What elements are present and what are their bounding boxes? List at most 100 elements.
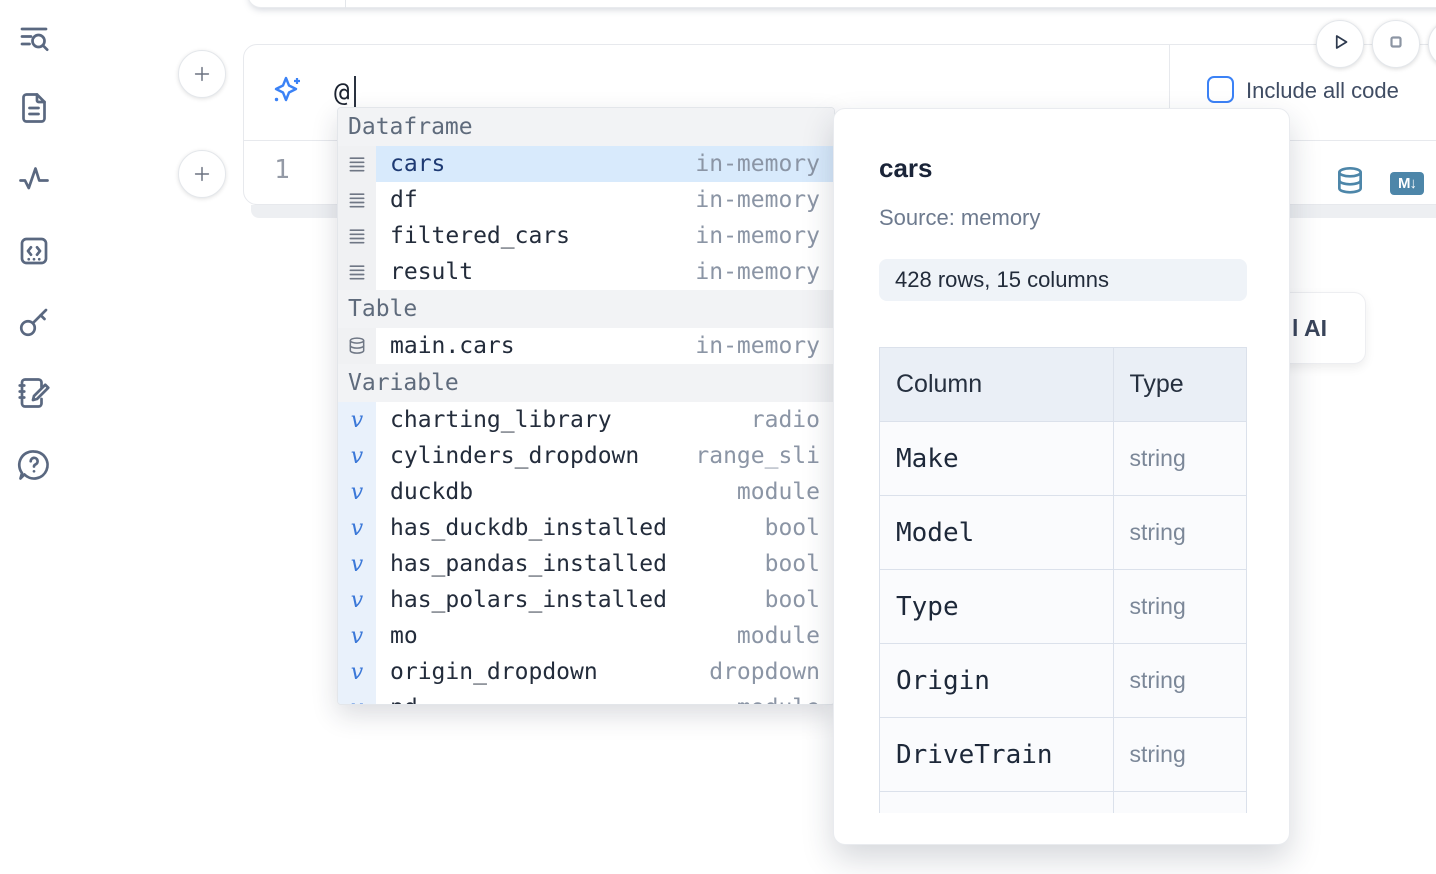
variable-icon: v	[338, 438, 376, 474]
autocomplete-item[interactable]: vhas_pandas_installed bool	[338, 546, 834, 582]
autocomplete-item-type: in-memory	[695, 187, 834, 213]
schema-table-wrap: Column Type MakestringModelstringTypestr…	[879, 347, 1248, 813]
autocomplete-item[interactable]: result in-memory	[338, 254, 834, 290]
autocomplete-item-type: in-memory	[695, 151, 834, 177]
schema-header-type: Type	[1113, 348, 1247, 422]
list-search-icon[interactable]	[16, 20, 56, 60]
autocomplete-item-type: module	[737, 695, 834, 705]
variable-icon: v	[338, 654, 376, 690]
autocomplete-item-name: cars	[376, 151, 445, 177]
schema-column-type: string	[1113, 718, 1247, 792]
variable-icon: v	[351, 408, 363, 433]
autocomplete-item-type: bool	[765, 551, 834, 577]
variable-icon: v	[338, 546, 376, 582]
autocomplete-item[interactable]: main.cars in-memory	[338, 328, 834, 364]
autocomplete-item-type: in-memory	[695, 259, 834, 285]
dataframe-icon	[338, 254, 376, 290]
shape-badge: 428 rows, 15 columns	[879, 259, 1247, 301]
autocomplete-item[interactable]: vhas_duckdb_installedbool	[338, 510, 834, 546]
autocomplete-item-name: cylinders_dropdown	[376, 443, 639, 469]
code-block-icon[interactable]	[16, 233, 56, 273]
autocomplete-item[interactable]: dfin-memory	[338, 182, 834, 218]
autocomplete-item[interactable]: vpdmodule	[338, 690, 834, 705]
autocomplete-item-type: module	[737, 623, 834, 649]
variable-icon: v	[338, 510, 376, 546]
dataframe-icon	[338, 146, 376, 182]
include-all-code-checkbox[interactable]	[1207, 76, 1234, 103]
previous-cell-divider	[345, 0, 346, 8]
autocomplete-item-name: charting_library	[376, 407, 612, 433]
key-icon[interactable]	[16, 304, 56, 344]
autocomplete-item-type: range_sli	[695, 443, 834, 469]
variable-icon: v	[351, 696, 363, 706]
variable-icon: v	[338, 402, 376, 438]
variable-icon: v	[338, 618, 376, 654]
autocomplete-item[interactable]: filtered_carsin-memory	[338, 218, 834, 254]
schema-column-type	[1113, 792, 1247, 814]
schema-column-name	[880, 792, 1114, 814]
autocomplete-item-name: main.cars	[376, 333, 515, 359]
schema-row: Modelstring	[880, 496, 1247, 570]
schema-row: Makestring	[880, 422, 1247, 496]
schema-column-type: string	[1113, 496, 1247, 570]
autocomplete-section-header: Variable	[338, 364, 834, 402]
autocomplete-item[interactable]: vmo module	[338, 618, 834, 654]
autocomplete-item[interactable]: cars in-memory	[338, 146, 834, 182]
previous-cell-edge	[247, 0, 1436, 8]
variable-icon: v	[338, 690, 376, 705]
autocomplete-item-name: has_polars_installed	[376, 587, 667, 613]
schema-row: DriveTrainstring	[880, 718, 1247, 792]
run-cell-button[interactable]	[1316, 20, 1364, 68]
schema-row	[880, 792, 1247, 814]
variable-icon: v	[351, 588, 363, 613]
autocomplete-item-name: result	[376, 259, 473, 285]
autocomplete-section-header: Dataframe	[338, 108, 834, 146]
stop-square-icon	[1384, 30, 1408, 59]
schema-column-type: string	[1113, 644, 1247, 718]
dataframe-icon	[338, 218, 376, 254]
autocomplete-item-type: bool	[765, 587, 834, 613]
text-caret	[354, 76, 356, 110]
schema-header-column: Column	[880, 348, 1114, 422]
variable-icon: v	[338, 474, 376, 510]
markdown-convert-icon[interactable]: M↓	[1390, 172, 1424, 195]
schema-column-name: Model	[880, 496, 1114, 570]
autocomplete-item[interactable]: vorigin_dropdown dropdown	[338, 654, 834, 690]
variable-icon: v	[351, 624, 363, 649]
autocomplete-item[interactable]: v charting_library radio	[338, 402, 834, 438]
dataframe-icon	[338, 182, 376, 218]
autocomplete-item-name: duckdb	[376, 479, 473, 505]
add-cell-below-button[interactable]	[178, 150, 226, 198]
autocomplete-item-name: has_pandas_installed	[376, 551, 667, 577]
activity-icon[interactable]	[16, 161, 56, 201]
autocomplete-item-name: mo	[376, 623, 418, 649]
stop-button[interactable]	[1372, 20, 1420, 68]
help-chat-icon[interactable]	[16, 447, 56, 487]
dataframe-preview-card: cars Source: memory 428 rows, 15 columns…	[833, 108, 1290, 845]
schema-column-name: Make	[880, 422, 1114, 496]
autocomplete-item[interactable]: v has_polars_installed bool	[338, 582, 834, 618]
notebook-edit-icon[interactable]	[16, 375, 56, 415]
schema-row: Typestring	[880, 570, 1247, 644]
schema-column-type: string	[1113, 422, 1247, 496]
autocomplete-item-name: origin_dropdown	[376, 659, 598, 685]
autocomplete-item-name: filtered_cars	[376, 223, 570, 249]
autocomplete-item-type: dropdown	[709, 659, 834, 685]
autocomplete-item-type: radio	[751, 407, 834, 433]
database-icon[interactable]	[1334, 165, 1366, 197]
schema-row: Originstring	[880, 644, 1247, 718]
document-icon[interactable]	[16, 90, 56, 130]
schema-column-name: Type	[880, 570, 1114, 644]
autocomplete-item-type: in-memory	[695, 333, 834, 359]
add-cell-above-button[interactable]	[178, 50, 226, 98]
autocomplete-section-header: Table	[338, 290, 834, 328]
schema-table: Column Type MakestringModelstringTypestr…	[879, 347, 1247, 813]
autocomplete-item[interactable]: v cylinders_dropdown range_sli	[338, 438, 834, 474]
line-number: 1	[262, 141, 302, 205]
ai-sparkles-icon	[269, 73, 305, 109]
autocomplete-item[interactable]: vduckdbmodule	[338, 474, 834, 510]
schema-column-name: DriveTrain	[880, 718, 1114, 792]
notebook-stage: @ Include all code 1 M↓ l AI Dataframeca…	[0, 0, 1436, 874]
variable-icon: v	[351, 444, 363, 469]
schema-column-type: string	[1113, 570, 1247, 644]
